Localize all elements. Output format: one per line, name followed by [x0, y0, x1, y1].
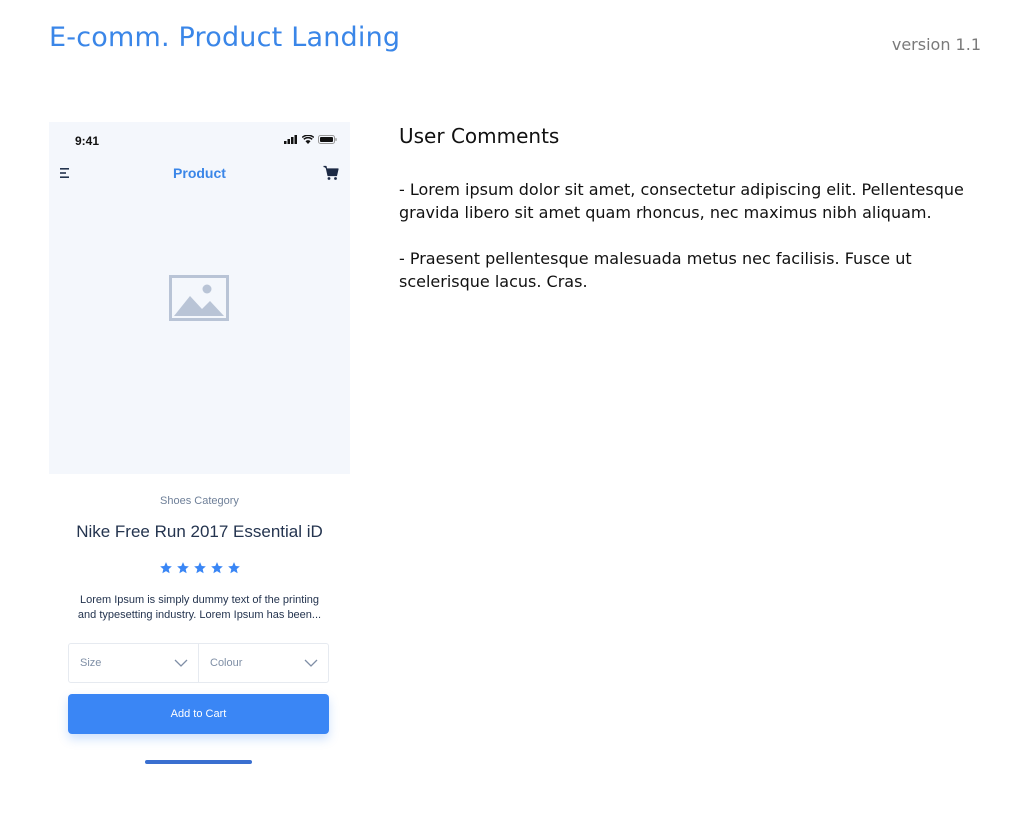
cart-icon[interactable] — [323, 165, 339, 181]
product-description: Lorem Ipsum is simply dummy text of the … — [77, 594, 322, 621]
add-to-cart-button[interactable]: Add to Cart — [68, 694, 329, 734]
chevron-down-icon — [304, 659, 318, 667]
product-category: Shoes Category — [160, 495, 239, 507]
image-placeholder-icon — [169, 275, 229, 321]
star-icon — [193, 562, 206, 574]
star-icon — [227, 562, 240, 574]
status-time: 9:41 — [75, 134, 100, 148]
comment-item: - Lorem ipsum dolor sit amet, consectetu… — [399, 180, 964, 222]
comment-item: - Praesent pellentesque malesuada metus … — [399, 249, 912, 291]
product-hero: 9:41 Product — [49, 122, 350, 474]
colour-select-label: Colour — [210, 657, 243, 669]
size-select[interactable]: Size — [69, 644, 198, 682]
star-icon — [210, 562, 223, 574]
version-label: version 1.1 — [891, 35, 981, 54]
colour-select[interactable]: Colour — [198, 644, 328, 682]
rating-stars — [49, 561, 350, 575]
wifi-icon — [302, 135, 314, 144]
option-selects: Size Colour — [68, 643, 329, 683]
comments-title: User Comments — [399, 124, 560, 148]
status-icons — [284, 135, 337, 144]
chevron-down-icon — [174, 659, 188, 667]
star-icon — [159, 562, 172, 574]
signal-icon — [284, 135, 297, 144]
app-header-title: Product — [173, 165, 226, 181]
star-icon — [176, 562, 189, 574]
home-indicator — [145, 760, 252, 764]
page-title: E-comm. Product Landing — [49, 22, 401, 53]
battery-icon — [318, 135, 337, 144]
size-select-label: Size — [80, 657, 102, 669]
phone-mockup: 9:41 Product Shoes Category Nike Free Ru… — [49, 122, 350, 782]
product-name: Nike Free Run 2017 Essential iD — [76, 522, 323, 541]
